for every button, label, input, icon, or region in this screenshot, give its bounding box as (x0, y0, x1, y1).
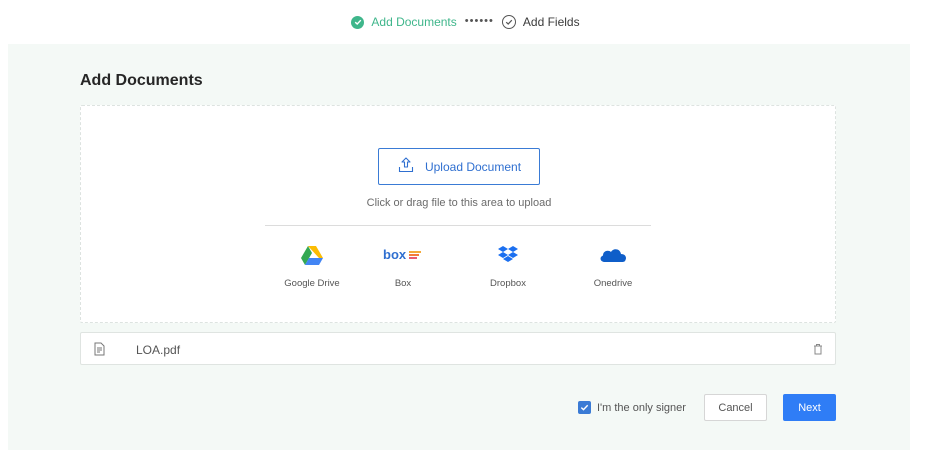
only-signer-label: I'm the only signer (597, 401, 686, 414)
check-circle-icon (351, 15, 365, 29)
step-add-documents[interactable]: Add Documents (351, 15, 457, 29)
provider-label: Onedrive (593, 278, 633, 289)
step-label: Add Documents (371, 15, 457, 29)
step-add-fields[interactable]: Add Fields (501, 15, 580, 29)
provider-label: Box (394, 278, 412, 289)
upload-icon (397, 156, 415, 177)
upload-hint: Click or drag file to this area to uploa… (366, 197, 552, 209)
document-icon (94, 342, 106, 361)
step-separator: •••••• (464, 15, 494, 27)
check-outline-icon (501, 15, 516, 29)
divider (265, 225, 651, 226)
svg-text:box: box (383, 248, 407, 262)
google-drive-icon (301, 244, 323, 266)
stepper: Add Documents •••••• Add Fields (0, 0, 931, 44)
provider-label: Google Drive (284, 278, 340, 289)
provider-dropbox[interactable]: Dropbox (468, 244, 548, 289)
dropbox-icon (498, 244, 518, 266)
checkbox-checked-icon[interactable] (578, 401, 591, 414)
box-icon: box (383, 244, 423, 266)
upload-dropzone[interactable]: Upload Document Click or drag file to th… (80, 105, 836, 323)
footer-actions: I'm the only signer Cancel Next (8, 394, 836, 421)
cancel-button[interactable]: Cancel (704, 394, 767, 421)
provider-label: Dropbox (490, 278, 526, 289)
file-row: LOA.pdf (80, 332, 836, 365)
main-panel: Add Documents Upload Document Click or d… (8, 44, 910, 450)
trash-icon[interactable] (813, 342, 823, 360)
provider-box[interactable]: box Box (363, 244, 443, 289)
next-button[interactable]: Next (783, 394, 836, 421)
file-name: LOA.pdf (136, 343, 181, 357)
upload-label: Upload Document (424, 159, 522, 174)
only-signer-checkbox[interactable]: I'm the only signer (578, 401, 686, 414)
provider-onedrive[interactable]: Onedrive (573, 244, 653, 289)
page-title: Add Documents (80, 72, 203, 89)
onedrive-icon (599, 244, 627, 266)
step-label: Add Fields (522, 15, 580, 29)
provider-google-drive[interactable]: Google Drive (272, 244, 352, 289)
upload-document-button[interactable]: Upload Document (378, 148, 540, 185)
